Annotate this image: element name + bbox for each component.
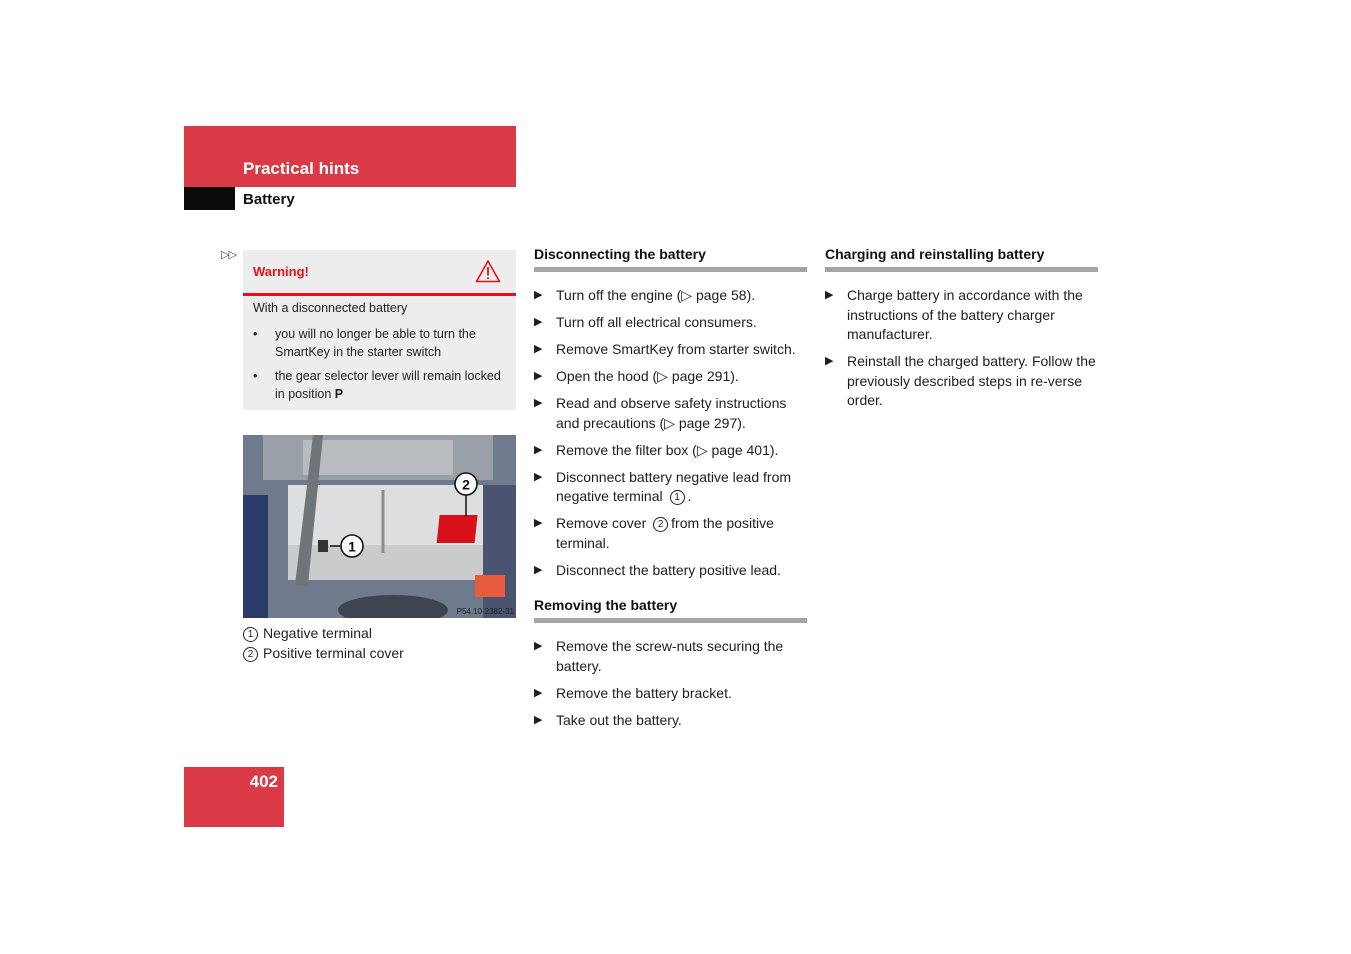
step-item: ▶ Disconnect the battery positive lead. <box>534 561 807 581</box>
legend-item: 1 Negative terminal <box>243 623 404 643</box>
step-item: ▶ Remove the battery bracket. <box>534 684 807 704</box>
warning-list: • you will no longer be able to turn the… <box>253 326 508 410</box>
warning-divider <box>243 293 516 296</box>
step-list: ▶ Turn off the engine (▷ page 58). ▶ Turn … <box>534 286 807 580</box>
callout-2: 2 <box>454 472 478 496</box>
subsection-marker <box>184 187 235 210</box>
svg-text:1: 1 <box>348 539 356 555</box>
battery-illustration: 1 2 P54.10-2382-31 <box>243 435 516 618</box>
step-list: ▶ Charge battery in accordance with the i… <box>825 286 1098 411</box>
section-disconnecting: Disconnecting the battery ▶ Turn off the … <box>534 246 807 588</box>
arrow-bullet-icon: ▶ <box>534 470 543 483</box>
arrow-bullet-icon: ▶ <box>534 713 543 726</box>
battery-photo: 1 2 P54.10-2382-31 <box>243 435 516 618</box>
callout-number-icon: 2 <box>653 517 669 532</box>
arrow-bullet-icon: ▶ <box>534 370 543 382</box>
arrow-bullet-icon: ▶ <box>534 686 543 699</box>
legend-item: 2 Positive terminal cover <box>243 643 404 663</box>
step-item: ▶ Remove the filter box (▷ page 401). <box>534 441 807 461</box>
step-item: ▶ Open the hood (▷ page 291). <box>534 367 807 387</box>
step-item: ▶ Turn off all electrical consumers. <box>534 313 807 333</box>
section-heading: Disconnecting the battery <box>534 246 807 272</box>
arrow-bullet-icon: ▶ <box>534 397 543 409</box>
warning-box: Warning! With a disconnected battery • y… <box>243 250 516 410</box>
arrow-bullet-icon: ▶ <box>534 289 543 301</box>
svg-text:2: 2 <box>462 477 470 493</box>
callout-number-icon: 1 <box>243 627 258 642</box>
callout-number-icon: 1 <box>669 490 685 505</box>
page-number-box: 402 <box>184 767 284 827</box>
warning-intro: With a disconnected battery <box>253 301 408 315</box>
step-item: ▶ Take out the battery. <box>534 711 807 731</box>
arrow-bullet-icon: ▶ <box>534 443 543 456</box>
bullet-icon: • <box>253 327 258 341</box>
section-charging: Charging and reinstalling battery ▶ Charg… <box>825 246 1098 418</box>
continuation-marker: ▷▷ <box>221 249 237 261</box>
step-list: ▶ Remove the screw-nuts securing the batt… <box>534 637 807 730</box>
step-item: ▶ Disconnect battery negative lead from n… <box>534 468 792 505</box>
step-item: ▶ Reinstall the charged battery. Follow t… <box>825 353 1096 408</box>
figure-legend: 1 Negative terminal 2 Positive terminal co… <box>243 623 404 663</box>
bullet-icon: • <box>253 369 258 383</box>
arrow-bullet-icon: ▶ <box>534 563 543 576</box>
step-item: ▶ Charge battery in accordance with the i… <box>825 287 1083 342</box>
section-title: Practical hints <box>243 159 360 178</box>
section-heading: Charging and reinstalling battery <box>825 246 1098 272</box>
step-item: ▶ Remove cover 2 from the positive termina… <box>534 515 774 551</box>
step-item: ▶ Turn off the engine (▷ page 58). <box>534 286 807 306</box>
arrow-bullet-icon: ▶ <box>825 289 834 301</box>
arrow-bullet-icon: ▶ <box>534 343 543 355</box>
warning-list-item: • the gear selector lever will remain lo… <box>253 369 501 401</box>
arrow-bullet-icon: ▶ <box>534 640 543 652</box>
step-item: ▶ Read and observe safety instructions an… <box>534 395 787 431</box>
warning-header: Warning! <box>243 250 516 293</box>
callout-1: 1 <box>340 534 364 558</box>
warning-title: Warning! <box>253 264 309 279</box>
warning-triangle-icon <box>475 260 501 283</box>
page-number: 402 <box>249 772 278 791</box>
arrow-bullet-icon: ▶ <box>534 316 543 328</box>
figure-code: P54.10-2382-31 <box>457 607 515 616</box>
callout-number-icon: 2 <box>243 647 258 662</box>
section-heading: Removing the battery <box>534 597 807 623</box>
arrow-bullet-icon: ▶ <box>534 517 543 529</box>
arrow-bullet-icon: ▶ <box>825 355 834 367</box>
warning-list-item: • you will no longer be able to turn the… <box>253 327 476 359</box>
subsection-title: Battery <box>243 191 295 208</box>
step-item: ▶ Remove SmartKey from starter switch. <box>534 340 807 360</box>
step-item: ▶ Remove the screw-nuts securing the batt… <box>534 638 784 674</box>
section-removing: Removing the battery ▶ Remove the screw-n… <box>534 597 807 738</box>
